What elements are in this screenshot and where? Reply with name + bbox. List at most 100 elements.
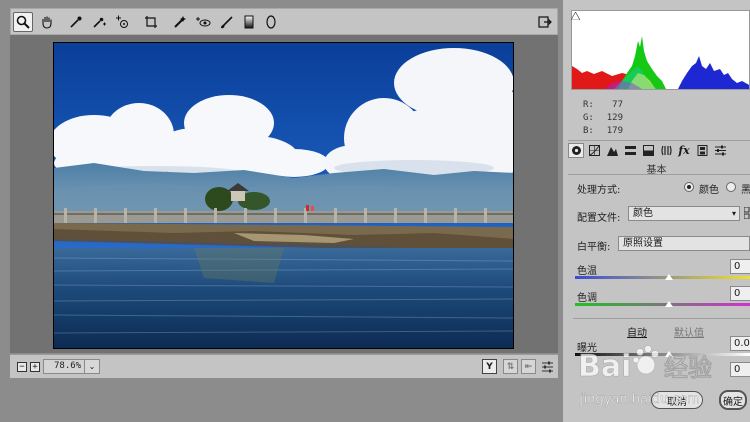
radial-filter-tool-button[interactable] [261, 12, 281, 32]
eye-plus-icon [196, 17, 211, 27]
zoom-out-button[interactable]: − [17, 362, 27, 372]
targeted-adjustment-tool-button[interactable] [112, 12, 132, 32]
contrast-value[interactable]: 0 [730, 362, 750, 377]
default-link[interactable]: 默认值 [674, 324, 704, 339]
tint-slider-thumb[interactable] [664, 300, 674, 308]
swap-icon: ⇅ [506, 361, 515, 372]
triangle-up-icon [570, 11, 581, 21]
spot-removal-tool-button[interactable] [170, 12, 190, 32]
adjustment-brush-tool-button[interactable] [217, 12, 237, 32]
sliders-icon [542, 361, 553, 372]
tab-tone-curve[interactable] [586, 143, 602, 158]
zoom-tool-button[interactable] [13, 12, 33, 32]
temperature-slider[interactable] [575, 276, 750, 279]
lens-icon [660, 145, 672, 156]
tint-label: 色调 [577, 293, 597, 304]
target-icon [116, 15, 128, 28]
tint-value[interactable]: 0 [730, 286, 750, 301]
magnifier-icon [16, 15, 30, 29]
auto-link[interactable]: 自动 [627, 324, 647, 339]
treatment-bw-label: 黑 [741, 185, 750, 196]
exposure-slider-thumb[interactable] [664, 350, 674, 358]
chevron-down-icon: ▾ [731, 209, 736, 218]
tab-camera-calibration[interactable] [694, 143, 710, 158]
color-sampler-tool-button[interactable] [89, 12, 109, 32]
landscape-photo [53, 42, 514, 349]
divider [568, 140, 750, 141]
zoom-dropdown[interactable]: ⌄ [84, 359, 100, 374]
exposure-value[interactable]: 0.00 [730, 336, 750, 351]
treatment-bw-radio[interactable] [726, 182, 736, 192]
swap-settings-button[interactable]: ⇅ [503, 359, 518, 374]
zoom-in-button[interactable]: + [30, 362, 40, 372]
aperture-icon [571, 146, 581, 155]
panel-tabs: fx [568, 142, 750, 159]
split-tone-icon [642, 145, 654, 156]
tab-lens-corrections[interactable] [658, 143, 674, 158]
white-balance-tool-button[interactable] [66, 12, 86, 32]
fx-icon: fx [678, 144, 690, 157]
white-balance-select[interactable]: 原照设置 [618, 236, 750, 251]
profile-browser-button[interactable] [743, 206, 750, 222]
treatment-color-label: 颜色 [699, 185, 719, 196]
r-value: 77 [612, 100, 623, 110]
exposure-slider[interactable] [575, 353, 750, 356]
tab-split-toning[interactable] [640, 143, 656, 158]
copy-settings-button[interactable]: ⇤ [521, 359, 536, 374]
temperature-value[interactable]: 0 [730, 259, 750, 274]
arrow-left-icon: ⇤ [524, 361, 533, 372]
tab-hsl[interactable] [622, 143, 638, 158]
histogram [571, 10, 750, 90]
divider [568, 174, 750, 175]
tab-presets[interactable] [712, 143, 728, 158]
image-canvas[interactable] [10, 35, 558, 353]
brush-heal-icon [174, 16, 186, 28]
sliders-icon [714, 145, 726, 156]
grid-icon [743, 206, 750, 220]
tab-effects[interactable]: fx [676, 143, 692, 158]
hand-tool-button[interactable] [37, 12, 57, 32]
status-bar: − + 78.6% ⌄ Y ⇅ ⇤ [10, 354, 558, 378]
crop-icon [145, 16, 157, 28]
treatment-label: 处理方式: [577, 185, 621, 196]
settings-toggle-button[interactable] [540, 359, 555, 374]
export-icon [538, 16, 552, 28]
shadow-clipping-warning[interactable] [570, 10, 581, 21]
graduated-filter-tool-button[interactable] [239, 12, 259, 32]
red-eye-tool-button[interactable] [193, 12, 213, 32]
gradient-icon [244, 15, 254, 29]
before-after-y-button[interactable]: Y [482, 359, 497, 374]
ellipse-icon [266, 15, 276, 29]
b-label: B: [583, 126, 594, 136]
tint-slider[interactable] [575, 303, 750, 306]
eyedropper-plus-icon [93, 17, 106, 28]
treatment-color-radio[interactable] [684, 182, 694, 192]
profile-select-value: 颜色 [633, 208, 653, 219]
rgb-readout: R: 77 G: 129 B: 179 [583, 99, 623, 138]
adjustment-panel: R: 77 G: 129 B: 179 fx 基本 处理方式: 颜色 黑 配置文件: … [563, 0, 750, 422]
b-value: 179 [606, 126, 623, 136]
ok-button[interactable]: 确定 [719, 390, 747, 410]
cancel-button[interactable]: 取消 [651, 391, 703, 409]
tab-detail[interactable] [604, 143, 620, 158]
brush-icon [221, 16, 233, 29]
g-label: G: [583, 113, 594, 123]
exposure-label: 曝光 [577, 343, 597, 354]
chevron-down-icon: ⌄ [88, 362, 96, 371]
open-preferences-button[interactable] [535, 12, 555, 32]
hsl-bars-icon [624, 146, 636, 155]
grid-curve-icon [588, 145, 600, 156]
crop-tool-button[interactable] [141, 12, 161, 32]
g-value: 129 [606, 113, 623, 123]
tab-basic[interactable] [568, 143, 584, 158]
profile-select[interactable]: 颜色 ▾ [628, 206, 740, 221]
mountain-icon [606, 147, 618, 156]
divider [573, 318, 750, 319]
r-label: R: [583, 100, 594, 110]
profile-label: 配置文件: [577, 213, 621, 224]
temperature-slider-thumb[interactable] [664, 273, 674, 281]
hand-icon [42, 16, 52, 29]
white-balance-value: 原照设置 [623, 238, 663, 249]
white-balance-label: 白平衡: [577, 242, 611, 253]
temperature-label: 色温 [577, 266, 597, 277]
